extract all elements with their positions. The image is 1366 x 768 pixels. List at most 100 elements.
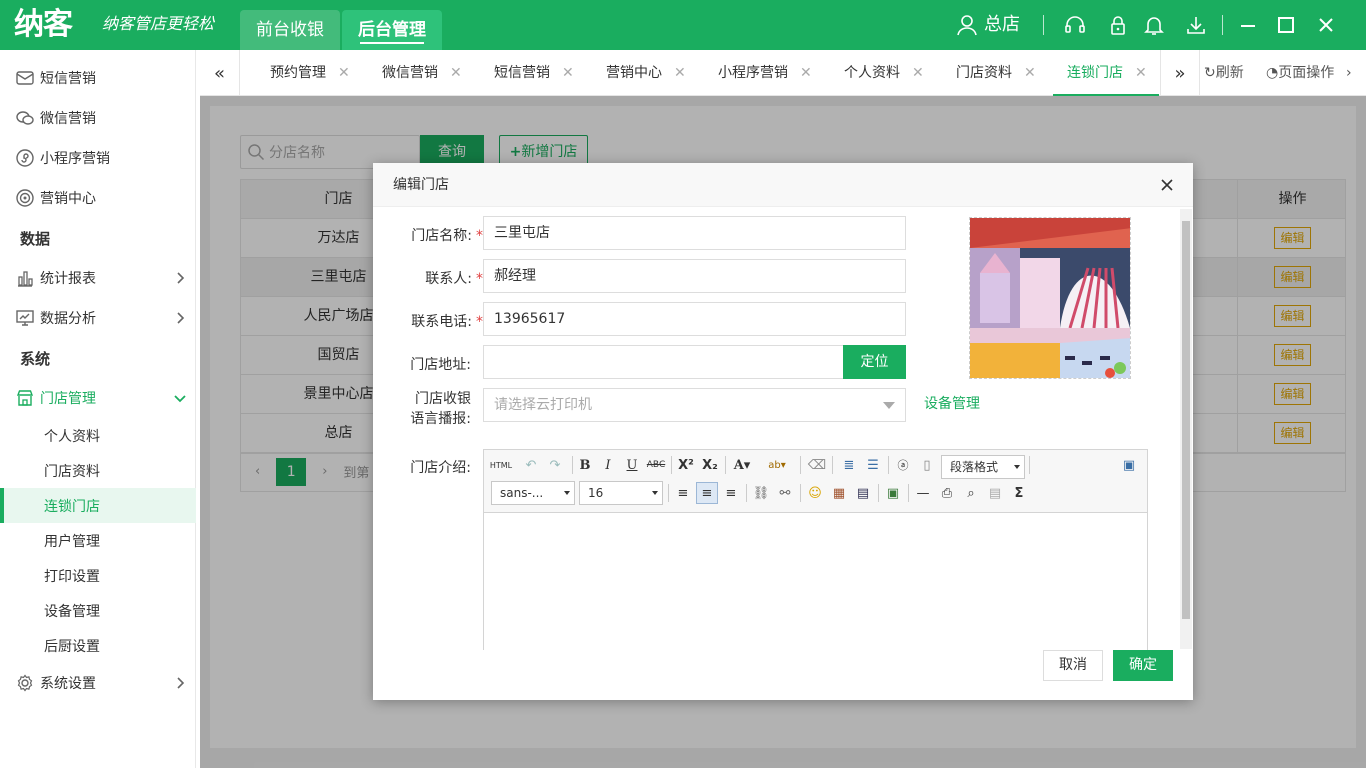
scrollbar-thumb[interactable] [1182, 221, 1190, 619]
close-icon[interactable]: ✕ [562, 65, 574, 81]
close-icon[interactable]: ✕ [912, 65, 924, 81]
insert-image-icon[interactable]: ▣ [882, 482, 904, 504]
italic-icon[interactable]: I [597, 454, 619, 476]
underline-icon[interactable]: U [621, 454, 643, 476]
emoji-icon[interactable]: ☺ [804, 482, 826, 504]
close-icon[interactable] [1157, 175, 1177, 195]
strikethrough-icon[interactable]: ABC [645, 454, 667, 476]
sidebar-item-kitchen[interactable]: 后厨设置 [0, 628, 196, 663]
store-photo[interactable] [969, 217, 1131, 379]
anchor-icon[interactable]: ⓐ [892, 454, 914, 476]
contact-field[interactable]: 郝经理 [483, 259, 906, 293]
paragraph-format-select[interactable]: 段落格式 [941, 455, 1025, 479]
horizontal-rule-icon[interactable]: — [912, 482, 934, 504]
close-icon[interactable]: ✕ [450, 65, 462, 81]
sidebar-item-sms[interactable]: 短信营销 [0, 58, 196, 98]
align-left-icon[interactable]: ≡ [672, 482, 694, 504]
label-text: 联系电话: [411, 314, 472, 330]
align-right-icon[interactable]: ≡ [720, 482, 742, 504]
highlight-icon[interactable]: ab▾ [766, 454, 788, 476]
confirm-button[interactable]: 确定 [1113, 650, 1173, 681]
sidebar-item-store-info[interactable]: 门店资料 [0, 453, 196, 488]
unordered-list-icon[interactable]: ☰ [862, 454, 884, 476]
sidebar-item-wechat[interactable]: 微信营销 [0, 98, 196, 138]
eraser-icon[interactable]: ⌫ [806, 454, 828, 476]
tab-chain-stores[interactable]: 连锁门店 ✕ [1053, 50, 1159, 96]
download-icon[interactable] [1184, 13, 1208, 37]
tab-miniprogram[interactable]: 小程序营销 ✕ [704, 50, 812, 96]
align-center-icon[interactable]: ≡ [696, 482, 718, 504]
tab-marketing-center[interactable]: 营销中心 ✕ [592, 50, 686, 96]
sidebar-item-profile[interactable]: 个人资料 [0, 418, 196, 453]
video-icon[interactable]: ▤ [852, 482, 874, 504]
current-store[interactable]: 总店 [956, 12, 1020, 38]
store-name-field[interactable]: 三里屯店 [483, 216, 906, 250]
cancel-button[interactable]: 取消 [1043, 650, 1103, 681]
unlink-icon[interactable]: ⚯ [774, 482, 796, 504]
sidebar-item-label: 小程序营销 [40, 151, 110, 167]
tab-reservations[interactable]: 预约管理 ✕ [256, 50, 350, 96]
locate-button[interactable]: 定位 [843, 345, 906, 379]
font-size-select[interactable]: 16 [579, 481, 663, 505]
close-icon[interactable]: ✕ [800, 65, 812, 81]
html-source-icon[interactable]: HTML [490, 454, 512, 476]
page-break-icon[interactable]: ▯ [916, 454, 938, 476]
close-icon[interactable]: ✕ [1135, 65, 1147, 81]
superscript-icon[interactable]: X² [675, 454, 697, 476]
refresh-button[interactable]: ↻刷新 [1204, 50, 1244, 96]
tabs-scroll-left-icon[interactable]: « [200, 50, 240, 96]
device-management-link[interactable]: 设备管理 [924, 394, 980, 414]
dropdown-arrow-icon [1014, 465, 1020, 469]
page-tabs: « 预约管理 ✕ 微信营销 ✕ 短信营销 ✕ 营销中心 ✕ 小程序营销 ✕ 个人资料 ✕ 门… [200, 50, 1366, 96]
sidebar-item-reports[interactable]: 统计报表 [0, 258, 196, 298]
chevron-right-icon[interactable]: › [1346, 50, 1352, 96]
tab-wechat[interactable]: 微信营销 ✕ [368, 50, 462, 96]
lock-icon[interactable] [1106, 13, 1130, 37]
redo-icon[interactable]: ↷ [544, 454, 566, 476]
tab-front-cashier[interactable]: 前台收银 [240, 10, 340, 50]
minimize-icon[interactable] [1236, 13, 1260, 37]
headset-icon[interactable] [1063, 13, 1087, 37]
close-icon[interactable]: ✕ [1024, 65, 1036, 81]
tab-sms[interactable]: 短信营销 ✕ [480, 50, 574, 96]
paste-icon[interactable]: ▤ [984, 482, 1006, 504]
close-window-icon[interactable] [1314, 13, 1338, 37]
sidebar-item-miniprogram[interactable]: 小程序营销 [0, 138, 196, 178]
tabs-scroll-right-icon[interactable]: » [1160, 50, 1200, 96]
bold-icon[interactable]: B [574, 454, 596, 476]
font-family-select[interactable]: sans-... [491, 481, 575, 505]
tab-back-management[interactable]: 后台管理 [342, 10, 442, 50]
sidebar-item-label: 微信营销 [40, 111, 96, 127]
image-icon[interactable]: ▦ [828, 482, 850, 504]
subscript-icon[interactable]: X₂ [699, 454, 721, 476]
editor-content-area[interactable] [484, 514, 1147, 650]
print-icon[interactable]: ⎙ [936, 482, 958, 504]
sidebar-item-print-settings[interactable]: 打印设置 [0, 558, 196, 593]
undo-icon[interactable]: ↶ [520, 454, 542, 476]
sidebar-item-devices[interactable]: 设备管理 [0, 593, 196, 628]
cloud-printer-select[interactable]: 请选择云打印机 [483, 388, 906, 422]
sidebar-item-analysis[interactable]: 数据分析 [0, 298, 196, 338]
page-ops-button[interactable]: ◔页面操作 [1266, 50, 1334, 96]
address-field[interactable] [483, 345, 844, 379]
sidebar-item-chain-stores[interactable]: 连锁门店 [0, 488, 196, 523]
sidebar-item-system-settings[interactable]: 系统设置 [0, 663, 196, 703]
tab-profile[interactable]: 个人资料 ✕ [830, 50, 924, 96]
sidebar-item-marketing-center[interactable]: 营销中心 [0, 178, 196, 218]
preview-icon[interactable]: ⌕ [960, 482, 982, 504]
close-icon[interactable]: ✕ [338, 65, 350, 81]
bell-icon[interactable] [1142, 13, 1166, 37]
link-icon[interactable]: ⛓ [750, 482, 772, 504]
sidebar-item-store-management[interactable]: 门店管理 [0, 378, 196, 418]
close-icon[interactable]: ✕ [674, 65, 686, 81]
toolbar-divider [746, 484, 747, 502]
sidebar-item-users[interactable]: 用户管理 [0, 523, 196, 558]
phone-field[interactable]: 13965617 [483, 302, 906, 336]
maximize-icon[interactable] [1274, 13, 1298, 37]
formula-icon[interactable]: Σ [1008, 482, 1030, 504]
font-color-icon[interactable]: A▾ [731, 454, 753, 476]
ordered-list-icon[interactable]: ≣ [838, 454, 860, 476]
dialog-scrollbar[interactable] [1180, 209, 1192, 649]
fullscreen-icon[interactable]: ▣ [1118, 454, 1140, 476]
tab-store-info[interactable]: 门店资料 ✕ [942, 50, 1036, 96]
